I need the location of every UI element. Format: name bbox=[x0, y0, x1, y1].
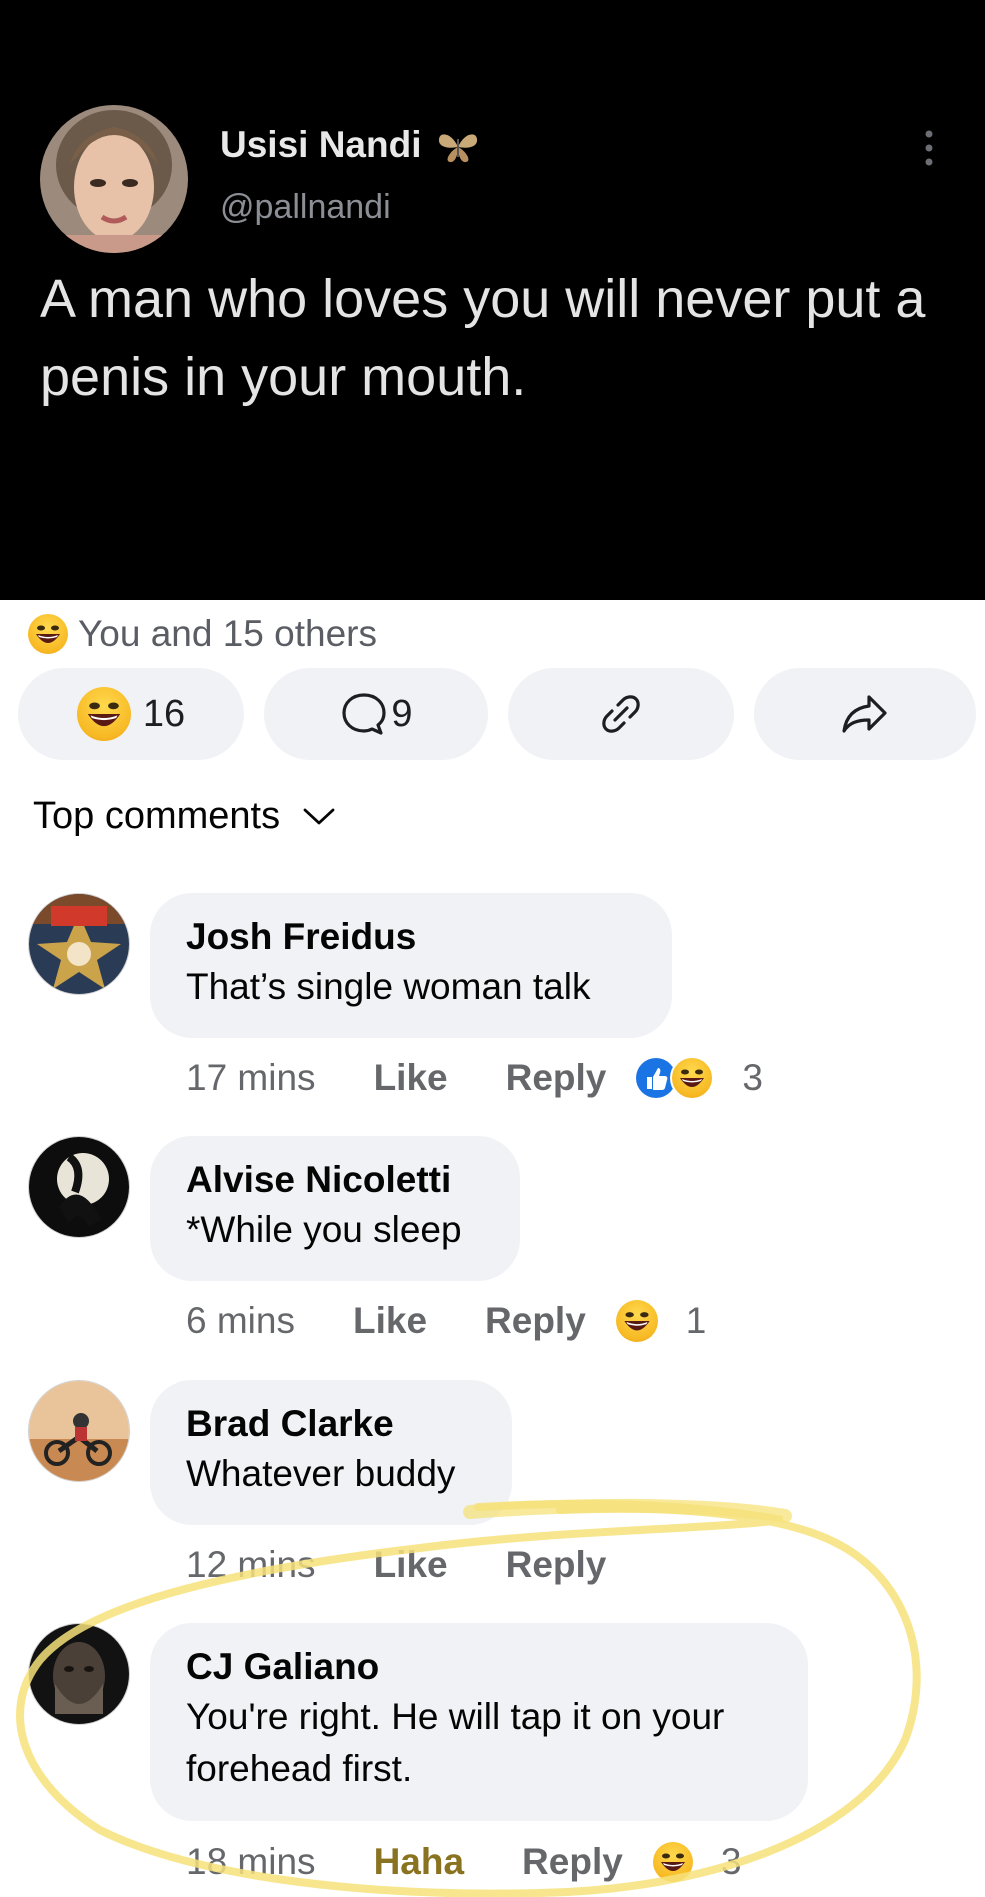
comment-reactions[interactable]: 3 bbox=[636, 1056, 763, 1100]
butterfly-icon bbox=[438, 134, 477, 163]
more-options-icon[interactable] bbox=[922, 128, 936, 168]
comment-meta: 18 mins Haha Reply 3 bbox=[186, 1837, 741, 1887]
comment-time[interactable]: 6 mins bbox=[186, 1300, 295, 1342]
comment-reactions[interactable]: 1 bbox=[615, 1300, 707, 1342]
comment-bubble[interactable]: Brad Clarke Whatever buddy bbox=[150, 1380, 512, 1525]
reaction-summary-text: You and 15 others bbox=[78, 613, 377, 654]
tweet-author-handle: @pallnandi bbox=[220, 188, 391, 226]
reply-button[interactable]: Reply bbox=[522, 1841, 623, 1883]
react-button[interactable]: 16 bbox=[18, 668, 244, 760]
tweet-author-name: Usisi Nandi bbox=[220, 124, 480, 166]
comment-bubble[interactable]: CJ Galiano You're right. He will tap it … bbox=[150, 1623, 808, 1821]
comment-text: That’s single woman talk bbox=[186, 966, 591, 1007]
share-button[interactable] bbox=[754, 668, 976, 760]
top-comments-label: Top comments bbox=[33, 795, 281, 837]
avatar[interactable] bbox=[28, 893, 130, 995]
reply-button[interactable]: Reply bbox=[506, 1544, 607, 1586]
copy-link-button[interactable] bbox=[508, 668, 734, 760]
tweet-author-name-text: Usisi Nandi bbox=[220, 124, 422, 165]
avatar[interactable] bbox=[28, 1380, 130, 1482]
comment-author[interactable]: Alvise Nicoletti bbox=[186, 1158, 484, 1202]
comment-time[interactable]: 12 mins bbox=[186, 1544, 316, 1586]
comment-author[interactable]: CJ Galiano bbox=[186, 1645, 772, 1689]
comment-time[interactable]: 18 mins bbox=[186, 1841, 316, 1883]
comment-text: Whatever buddy bbox=[186, 1453, 456, 1494]
tweet-author-avatar bbox=[40, 105, 188, 253]
haha-reaction-icon bbox=[652, 1842, 693, 1882]
comment-meta: 12 mins Like Reply bbox=[186, 1540, 606, 1590]
reaction-count: 1 bbox=[685, 1300, 707, 1341]
comment-button[interactable]: 9 bbox=[264, 668, 488, 760]
share-icon bbox=[842, 695, 887, 733]
comment-text-line: forehead first. bbox=[186, 1748, 413, 1789]
comment-reactions[interactable]: 3 bbox=[652, 1841, 742, 1883]
avatar[interactable] bbox=[28, 1136, 130, 1238]
comment-meta: 6 mins Like Reply 1 bbox=[186, 1296, 706, 1346]
reaction-count: 3 bbox=[720, 1841, 742, 1882]
haha-reaction-icon bbox=[670, 1056, 715, 1100]
reactions-count: 16 bbox=[142, 692, 186, 735]
comment-author[interactable]: Brad Clarke bbox=[186, 1402, 476, 1446]
comment-bubble[interactable]: Josh Freidus That’s single woman talk bbox=[150, 893, 672, 1038]
comment-icon bbox=[342, 693, 387, 735]
tweet-screenshot: Usisi Nandi @pallnandi A man who loves y… bbox=[0, 0, 985, 600]
reply-button[interactable]: Reply bbox=[506, 1057, 607, 1099]
reply-button[interactable]: Reply bbox=[485, 1300, 586, 1342]
comment-text: *While you sleep bbox=[186, 1209, 462, 1250]
comment-text: You're right. He will tap it on your for… bbox=[186, 1691, 772, 1795]
haha-reaction-icon bbox=[76, 687, 131, 741]
haha-reaction-icon bbox=[615, 1300, 658, 1342]
comment-time[interactable]: 17 mins bbox=[186, 1057, 316, 1099]
top-comments-sort[interactable]: Top comments bbox=[33, 795, 336, 838]
haha-reaction-icon bbox=[28, 614, 68, 654]
chevron-down-icon bbox=[303, 808, 335, 824]
haha-button[interactable]: Haha bbox=[374, 1841, 464, 1883]
like-button[interactable]: Like bbox=[374, 1057, 448, 1099]
comment-meta: 17 mins Like Reply 3 bbox=[186, 1053, 763, 1103]
post-action-bar: 16 9 bbox=[18, 668, 976, 760]
like-button[interactable]: Like bbox=[353, 1300, 427, 1342]
tweet-text: A man who loves you will never put a pen… bbox=[40, 269, 926, 407]
comments-count: 9 bbox=[391, 692, 413, 735]
link-icon bbox=[602, 695, 640, 733]
reaction-count: 3 bbox=[742, 1057, 763, 1098]
avatar[interactable] bbox=[28, 1623, 130, 1725]
comment-author[interactable]: Josh Freidus bbox=[186, 915, 636, 959]
comment-text-line: You're right. He will tap it on your bbox=[186, 1696, 725, 1737]
comment-bubble[interactable]: Alvise Nicoletti *While you sleep bbox=[150, 1136, 520, 1281]
reaction-summary[interactable]: You and 15 others bbox=[28, 610, 377, 658]
like-button[interactable]: Like bbox=[374, 1544, 448, 1586]
